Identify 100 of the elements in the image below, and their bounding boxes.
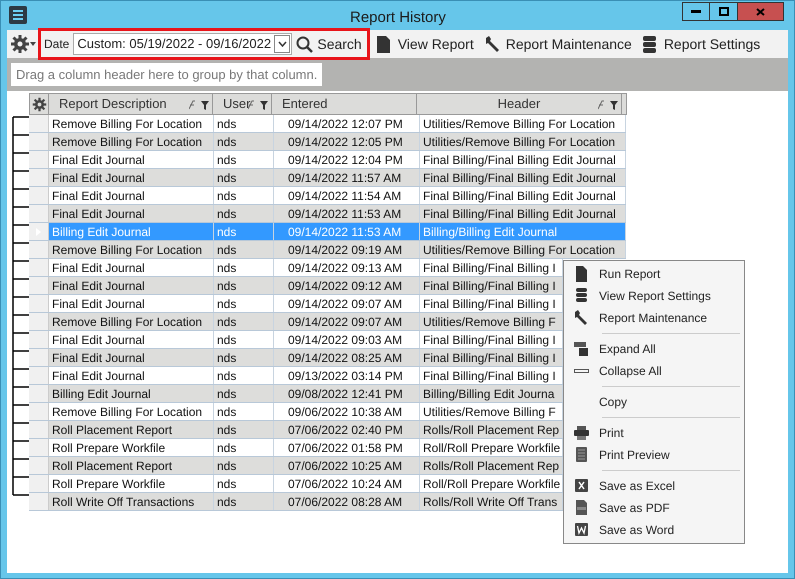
table-row[interactable]: Final Edit Journal nds 09/14/2022 08:25 AM Final Billing/Final Billing I	[29, 349, 563, 367]
menu-item[interactable]: Report Maintenance	[564, 307, 744, 329]
wrench-icon	[484, 35, 502, 53]
document-icon	[376, 36, 390, 52]
table-cell: Roll Placement Report	[49, 457, 214, 474]
table-row[interactable]: Roll Write Off Transactions nds 07/06/2022 08:28 AM Rolls/Roll Write Off Trans	[29, 493, 563, 511]
table-row[interactable]: Roll Prepare Workfile nds 07/06/2022 01:58 PM Roll/Roll Prepare Workfile	[29, 439, 563, 457]
date-range-dropdown[interactable]: Custom: 05/19/2022 - 09/16/2022	[73, 33, 292, 55]
table-cell: Roll Prepare Workfile	[49, 475, 214, 492]
table-row[interactable]: Final Edit Journal nds 09/14/2022 11:57 AM Final Billing/Final Billing Edit Journal	[29, 169, 626, 187]
table-cell: Final Edit Journal	[49, 169, 214, 186]
table-cell: 09/14/2022 11:53 AM	[274, 205, 420, 222]
menu-item[interactable]: Print	[564, 422, 744, 444]
gear-icon[interactable]	[32, 96, 46, 112]
table-row[interactable]: Remove Billing For Location nds 09/14/2022 12:07 PM Utilities/Remove Billing For Location	[29, 115, 626, 133]
menu-item[interactable]: Copy	[564, 391, 744, 413]
menu-item[interactable]: View Report Settings	[564, 285, 744, 307]
search-icon	[296, 36, 314, 52]
table-cell: nds	[214, 385, 274, 402]
view-report-button[interactable]: View Report	[376, 34, 474, 54]
table-cell: Utilities/Remove Billing For Location	[420, 241, 626, 258]
report-settings-button[interactable]: Report Settings	[642, 34, 760, 54]
table-row[interactable]: Final Edit Journal nds 09/13/2022 03:14 PM Final Billing/Final Billing I	[29, 367, 563, 385]
word-icon	[574, 522, 589, 538]
table-cell: Utilities/Remove Billing For Location	[420, 133, 626, 150]
expand-icon	[574, 341, 589, 357]
table-cell: 07/06/2022 01:58 PM	[274, 439, 420, 456]
date-label: Date	[44, 36, 70, 53]
table-cell: nds	[214, 457, 274, 474]
menu-item[interactable]: Print Preview	[564, 444, 744, 466]
column-header[interactable]: Header	[417, 94, 622, 114]
group-by-panel[interactable]: Drag a column header here to group by that column.	[11, 63, 322, 86]
table-cell: 09/14/2022 08:25 AM	[274, 349, 420, 366]
table-row[interactable]: Remove Billing For Location nds 09/14/2022 12:05 PM Utilities/Remove Billing For Location	[29, 133, 626, 151]
database-icon	[642, 36, 656, 52]
table-cell: nds	[214, 151, 274, 168]
table-cell: Billing Edit Journal	[49, 385, 214, 402]
menu-item[interactable]: Collapse All	[564, 360, 744, 382]
table-cell: Final Billing/Final Billing Edit Journal	[420, 187, 626, 204]
table-cell: Final Edit Journal	[49, 205, 214, 222]
menu-item[interactable]: Run Report	[564, 263, 744, 285]
table-row[interactable]: Final Edit Journal nds 09/14/2022 09:03 AM Final Billing/Final Billing I	[29, 331, 563, 349]
menu-item[interactable]: Save as Word	[564, 519, 744, 541]
chevron-icon	[278, 41, 287, 47]
table-row[interactable]: Roll Prepare Workfile nds 07/06/2022 10:24 AM Roll/Roll Prepare Workfile	[29, 475, 563, 493]
table-row[interactable]: Roll Placement Report nds 07/06/2022 02:40 PM Rolls/Roll Placement Rep	[29, 421, 563, 439]
table-cell: Remove Billing For Location	[49, 133, 214, 150]
menu-item[interactable]: Save as PDF	[564, 497, 744, 519]
app-icon	[9, 6, 27, 24]
table-cell: nds	[214, 187, 274, 204]
table-cell: Final Edit Journal	[49, 259, 214, 276]
close-button[interactable]	[738, 2, 784, 21]
table-cell: 09/14/2022 09:13 AM	[274, 259, 420, 276]
menu-item[interactable]: Expand All	[564, 338, 744, 360]
table-row[interactable]: Remove Billing For Location nds 09/06/2022 10:38 AM Utilities/Remove Billing F	[29, 403, 563, 421]
table-cell: nds	[214, 475, 274, 492]
table-cell: 09/13/2022 03:14 PM	[274, 367, 420, 384]
table-row[interactable]: Remove Billing For Location nds 09/14/2022 09:19 AM Utilities/Remove Billing For Location	[29, 241, 626, 259]
table-row[interactable]: Final Edit Journal nds 09/14/2022 09:12 AM Final Billing/Final Billing I	[29, 277, 563, 295]
gear-icon	[10, 34, 30, 54]
table-cell: Remove Billing For Location	[49, 403, 214, 420]
table-row[interactable]: Final Edit Journal nds 09/14/2022 11:53 AM Final Billing/Final Billing Edit Journal	[29, 205, 626, 223]
search-button[interactable]: Search	[296, 34, 364, 54]
table-cell: Final Billing/Final Billing Edit Journal	[420, 205, 626, 222]
table-cell: 09/06/2022 10:38 AM	[274, 403, 420, 420]
menu-item[interactable]: Save as Excel	[564, 475, 744, 497]
table-row[interactable]: Billing Edit Journal nds 09/08/2022 12:41 PM Billing/Billing Edit Journa	[29, 385, 563, 403]
table-cell: 09/14/2022 09:07 AM	[274, 295, 420, 312]
table-cell: nds	[214, 133, 274, 150]
table-row[interactable]: Final Edit Journal nds 09/14/2022 12:04 PM Final Billing/Final Billing Edit Journal	[29, 151, 626, 169]
table-row[interactable]: Remove Billing For Location nds 09/14/2022 09:07 AM Utilities/Remove Billing F	[29, 313, 563, 331]
filter-icon[interactable]	[189, 100, 209, 110]
settings-dropdown[interactable]	[10, 34, 36, 54]
table-cell: 09/14/2022 09:19 AM	[274, 241, 420, 258]
table-cell: 07/06/2022 10:25 AM	[274, 457, 420, 474]
column-header[interactable]: Entered	[272, 94, 417, 114]
table-cell: 09/14/2022 12:07 PM	[274, 115, 420, 132]
table-cell: nds	[214, 169, 274, 186]
table-row[interactable]: Final Edit Journal nds 09/14/2022 09:13 AM Final Billing/Final Billing I	[29, 259, 563, 277]
column-header[interactable]: Report Description	[49, 94, 213, 114]
filter-icon[interactable]	[598, 100, 618, 110]
column-header[interactable]: User	[213, 94, 272, 114]
table-cell: Roll Write Off Transactions	[49, 493, 214, 510]
wrench-icon	[574, 310, 589, 326]
table-cell: Final Billing/Final Billing Edit Journal	[420, 151, 626, 168]
table-cell: 09/14/2022 11:53 AM	[274, 223, 420, 240]
table-row[interactable]: Final Edit Journal nds 09/14/2022 11:54 AM Final Billing/Final Billing Edit Journal	[29, 187, 626, 205]
table-cell: Final Edit Journal	[49, 187, 214, 204]
table-cell: Remove Billing For Location	[49, 313, 214, 330]
maximize-button[interactable]	[710, 2, 738, 21]
report-maintenance-button[interactable]: Report Maintenance	[484, 34, 632, 54]
window-title: Report History	[350, 8, 446, 28]
minimize-button[interactable]	[682, 2, 710, 21]
table-cell: nds	[214, 241, 274, 258]
table-row[interactable]: Roll Placement Report nds 07/06/2022 10:25 AM Rolls/Roll Placement Rep	[29, 457, 563, 475]
table-cell: nds	[214, 277, 274, 294]
table-cell: nds	[214, 493, 274, 510]
spreadsheet-icon	[574, 478, 589, 494]
table-row[interactable]: Final Edit Journal nds 09/14/2022 09:07 AM Final Billing/Final Billing I	[29, 295, 563, 313]
table-cell: nds	[214, 295, 274, 312]
